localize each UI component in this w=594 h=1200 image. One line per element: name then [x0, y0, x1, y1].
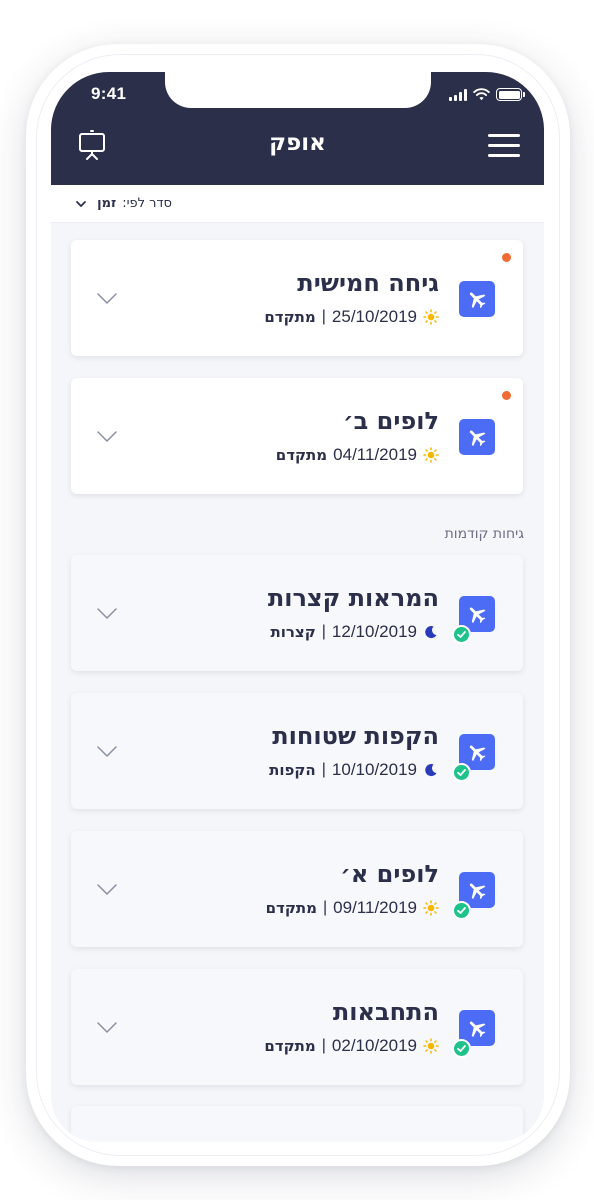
flight-level: מתקדם	[264, 1037, 316, 1055]
flight-title: המראות קצרות	[267, 584, 439, 612]
sort-bar: סדר לפי: זמן	[51, 185, 544, 223]
sort-dropdown[interactable]: סדר לפי: זמן	[75, 196, 172, 211]
moon-icon	[425, 764, 437, 777]
flight-date: 09/11/2019	[333, 898, 417, 917]
sort-label: סדר לפי:	[122, 196, 172, 211]
flight-title: גיחה חמישית	[297, 269, 439, 297]
chevron-down-icon[interactable]	[97, 884, 117, 896]
check-icon	[452, 901, 471, 920]
flight-card-partial[interactable]	[71, 1106, 523, 1142]
flight-level: מתקדם	[275, 446, 328, 464]
meta-separator: |	[323, 899, 328, 916]
flight-date: 12/10/2019	[331, 622, 417, 641]
battery-icon	[496, 88, 525, 101]
status-icons	[449, 88, 525, 101]
flight-level: הקפות	[269, 761, 316, 779]
flight-title: הקפות שטוחות	[272, 722, 439, 750]
flight-date: 02/10/2019	[331, 1036, 417, 1055]
sun-icon	[423, 900, 439, 916]
check-icon	[452, 1039, 471, 1058]
app-screen: 9:41 אופק סדר לפי: זמן גיחה חמישית 25/10…	[51, 72, 544, 1142]
section-header-previous: גיחות קודמות	[444, 526, 524, 542]
status-time: 9:41	[91, 84, 127, 103]
sun-icon	[423, 309, 439, 325]
wifi-icon	[473, 88, 490, 101]
flight-card[interactable]: הקפות שטוחות 10/10/2019 | הקפות	[71, 693, 523, 809]
flight-card[interactable]: המראות קצרות 12/10/2019 | קצרות	[71, 555, 523, 671]
flight-card[interactable]: לופים ב׳ 04/11/2019 מתקדם	[71, 378, 523, 494]
chevron-down-icon[interactable]	[97, 431, 117, 443]
airplane-icon	[459, 281, 495, 317]
sun-icon	[423, 447, 439, 463]
flight-meta: 10/10/2019 | הקפות	[269, 760, 439, 780]
check-icon	[452, 625, 471, 644]
chevron-down-icon[interactable]	[97, 608, 117, 620]
flight-title: לופים א׳	[340, 860, 439, 888]
app-header: 9:41 אופק	[51, 72, 544, 185]
flight-level: מתקדם	[265, 899, 318, 917]
cellular-signal-icon	[449, 88, 467, 101]
page-title: אופק	[269, 130, 326, 156]
sort-value: זמן	[97, 196, 117, 211]
meta-separator: |	[321, 761, 326, 778]
meta-separator: |	[321, 308, 326, 325]
phone-notch	[165, 72, 431, 108]
flight-date: 10/10/2019	[331, 760, 417, 779]
flight-level: קצרות	[270, 623, 316, 641]
chevron-down-icon[interactable]	[97, 293, 117, 305]
flight-meta: 09/11/2019 | מתקדם	[266, 898, 439, 918]
airplane-icon	[459, 419, 495, 455]
moon-icon	[425, 626, 437, 639]
flight-card[interactable]: גיחה חמישית 25/10/2019 | מתקדם	[71, 240, 523, 356]
flight-meta: 04/11/2019 מתקדם	[276, 445, 439, 465]
new-indicator-dot	[502, 253, 511, 262]
flight-date: 04/11/2019	[333, 445, 417, 464]
flight-title: התחבאות	[332, 998, 439, 1026]
meta-separator: |	[321, 623, 326, 640]
flight-card[interactable]: לופים א׳ 09/11/2019 | מתקדם	[71, 831, 523, 947]
check-icon	[452, 763, 471, 782]
new-indicator-dot	[502, 391, 511, 400]
flight-meta: 12/10/2019 | קצרות	[270, 622, 439, 642]
flight-level: מתקדם	[264, 308, 316, 326]
flight-meta: 25/10/2019 | מתקדם	[264, 307, 439, 327]
flight-title: לופים ב׳	[343, 407, 439, 435]
hamburger-menu-button[interactable]	[488, 134, 520, 158]
sun-icon	[423, 1038, 439, 1054]
chevron-down-icon[interactable]	[97, 746, 117, 758]
meta-separator: |	[321, 1037, 326, 1054]
flight-card[interactable]: התחבאות 02/10/2019 | מתקדם	[71, 969, 523, 1085]
chevron-down-icon[interactable]	[97, 1022, 117, 1034]
flight-date: 25/10/2019	[331, 307, 417, 326]
chevron-down-icon	[76, 200, 87, 207]
flight-meta: 02/10/2019 | מתקדם	[264, 1036, 439, 1056]
